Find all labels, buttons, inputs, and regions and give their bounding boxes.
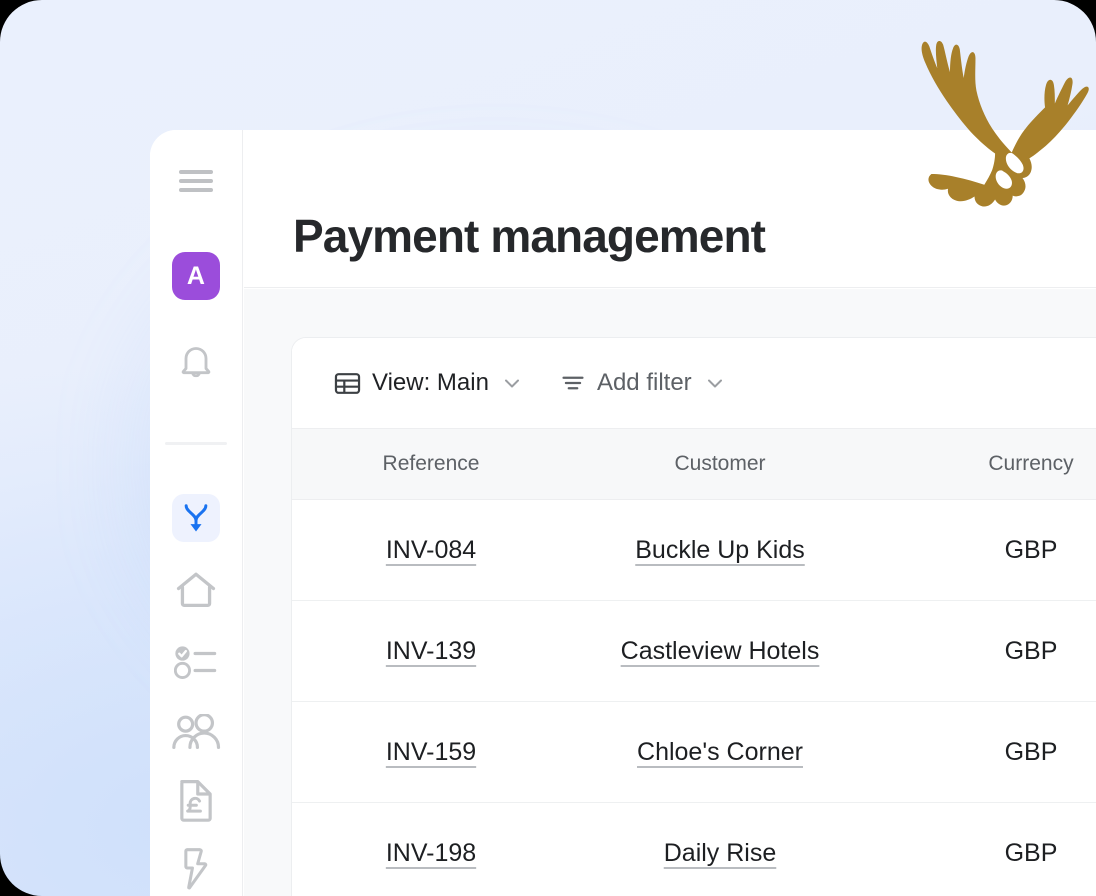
bell-icon [176, 340, 216, 382]
table-body: INV-084 Buckle Up Kids GBP INV-139 Castl… [292, 500, 1096, 896]
app-window: A [150, 130, 1096, 896]
sidebar-item-tasks[interactable] [172, 638, 220, 686]
sidebar-divider [165, 442, 227, 445]
table-row[interactable]: INV-159 Chloe's Corner GBP [292, 702, 1096, 803]
avatar[interactable]: A [172, 252, 220, 300]
sidebar-item-payments[interactable] [172, 494, 220, 542]
customer-link[interactable]: Castleview Hotels [621, 637, 820, 665]
table-header-row: Reference Customer Currency [292, 429, 1096, 500]
cell-customer: Castleview Hotels [570, 601, 870, 702]
hamburger-bar [179, 179, 213, 183]
document-pound-icon [176, 777, 216, 823]
home-icon [174, 569, 218, 611]
filter-lines-icon [560, 370, 586, 396]
cell-reference: INV-159 [292, 702, 570, 803]
cell-customer: Daily Rise [570, 803, 870, 896]
reference-link[interactable]: INV-159 [386, 738, 476, 766]
column-header-reference[interactable]: Reference [292, 429, 570, 500]
table-row[interactable]: INV-084 Buckle Up Kids GBP [292, 500, 1096, 601]
avatar-initial: A [187, 262, 205, 291]
people-icon [171, 714, 221, 750]
chevron-down-icon [500, 371, 524, 395]
page-header: Payment management [244, 130, 1096, 288]
cell-reference: INV-139 [292, 601, 570, 702]
sidebar-item-home[interactable] [172, 566, 220, 614]
customer-link[interactable]: Chloe's Corner [637, 738, 803, 766]
view-selector[interactable]: View: Main [334, 369, 524, 397]
reference-link[interactable]: INV-198 [386, 839, 476, 867]
reference-link[interactable]: INV-084 [386, 536, 476, 564]
reference-link[interactable]: INV-139 [386, 637, 476, 665]
chevron-down-icon [703, 371, 727, 395]
customer-link[interactable]: Buckle Up Kids [635, 536, 805, 564]
payments-table-card: View: Main Add filter [292, 338, 1096, 896]
hamburger-bar [179, 170, 213, 174]
view-selector-label: View: Main [372, 369, 489, 397]
customer-link[interactable]: Daily Rise [664, 839, 777, 867]
table-row[interactable]: INV-198 Daily Rise GBP [292, 803, 1096, 896]
cell-reference: INV-084 [292, 500, 570, 601]
sidebar-item-automations[interactable] [175, 846, 217, 892]
sidebar-item-invoices[interactable] [173, 776, 219, 824]
content-area: View: Main Add filter [244, 289, 1096, 896]
sidebar: A [150, 130, 243, 896]
cell-currency: GBP [870, 601, 1096, 702]
cell-currency: GBP [870, 803, 1096, 896]
table-toolbar: View: Main Add filter [292, 338, 1096, 428]
cell-customer: Chloe's Corner [570, 702, 870, 803]
table-head: Reference Customer Currency [292, 429, 1096, 500]
payments-table: Reference Customer Currency INV-084 Buck… [292, 428, 1096, 896]
hamburger-bar [179, 188, 213, 192]
merge-arrow-icon [181, 502, 211, 534]
table-row[interactable]: INV-139 Castleview Hotels GBP [292, 601, 1096, 702]
cell-reference: INV-198 [292, 803, 570, 896]
lightning-bolt-icon [178, 847, 214, 891]
cell-currency: GBP [870, 702, 1096, 803]
column-header-customer[interactable]: Customer [570, 429, 870, 500]
hamburger-menu-icon[interactable] [179, 170, 213, 192]
page-title: Payment management [293, 209, 765, 263]
add-filter-label: Add filter [597, 369, 692, 397]
screenshot-canvas: A [0, 0, 1096, 896]
add-filter-button[interactable]: Add filter [560, 369, 727, 397]
sidebar-item-customers[interactable] [171, 708, 221, 756]
cell-customer: Buckle Up Kids [570, 500, 870, 601]
checklist-icon [174, 645, 218, 679]
column-header-currency[interactable]: Currency [870, 429, 1096, 500]
cell-currency: GBP [870, 500, 1096, 601]
table-grid-icon [334, 370, 361, 397]
sidebar-item-notifications[interactable] [173, 338, 219, 384]
